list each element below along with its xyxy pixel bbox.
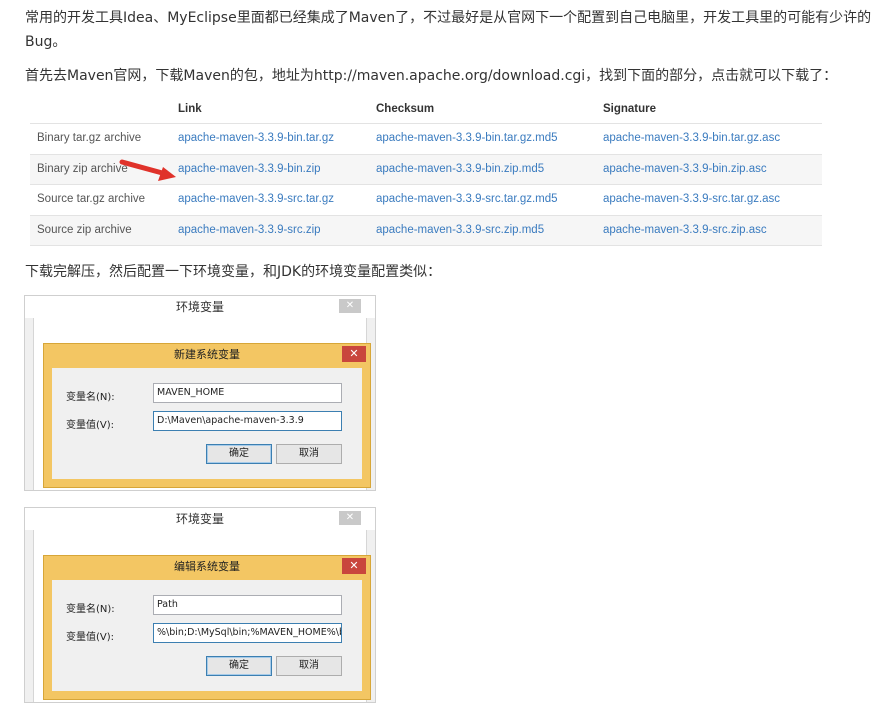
table-header: Link Checksum Signature xyxy=(30,96,822,124)
intro-paragraph-1: 常用的开发工具Idea、MyEclipse里面都已经集成了Maven了，不过最好… xyxy=(25,10,872,50)
variable-value-input[interactable]: %\bin;D:\MySql\bin;%MAVEN_HOME%\bin xyxy=(153,623,342,643)
variable-value-label: 变量值(V): xyxy=(66,632,115,643)
download-link[interactable]: apache-maven-3.3.9-bin.zip xyxy=(178,163,321,175)
download-link[interactable]: apache-maven-3.3.9-bin.tar.gz xyxy=(178,132,334,144)
row-type: Source tar.gz archive xyxy=(37,193,146,205)
intro-paragraph-3: 下载完解压，然后配置一下环境变量，和JDK的环境变量配置类似： xyxy=(25,264,442,280)
close-icon[interactable]: ✕ xyxy=(342,346,366,362)
checksum-link[interactable]: apache-maven-3.3.9-bin.tar.gz.md5 xyxy=(376,132,558,144)
signature-link[interactable]: apache-maven-3.3.9-bin.tar.gz.asc xyxy=(603,132,780,144)
download-link[interactable]: apache-maven-3.3.9-src.zip xyxy=(178,224,321,236)
outer-window-title: 环境变量 xyxy=(25,296,375,318)
variable-value-label: 变量值(V): xyxy=(66,420,115,431)
table-row: Source tar.gz archive apache-maven-3.3.9… xyxy=(30,185,822,216)
signature-link[interactable]: apache-maven-3.3.9-src.tar.gz.asc xyxy=(603,193,780,205)
row-type: Binary tar.gz archive xyxy=(37,132,142,144)
dialog-body: 变量名(N): Path 变量值(V): %\bin;D:\MySql\bin;… xyxy=(52,580,362,691)
ok-button[interactable]: 确定 xyxy=(206,656,272,676)
variable-value-input[interactable]: D:\Maven\apache-maven-3.3.9 xyxy=(153,411,342,431)
edit-variable-screenshot: 环境变量 ✕ 编辑系统变量 ✕ 变量名(N): Path 变量值(V): %\b… xyxy=(24,507,376,703)
outer-window-title: 环境变量 xyxy=(25,508,375,530)
variable-name-label: 变量名(N): xyxy=(66,392,115,403)
new-variable-dialog: 新建系统变量 ✕ 变量名(N): MAVEN_HOME 变量值(V): D:\M… xyxy=(43,343,371,488)
row-type: Binary zip archive xyxy=(37,162,128,175)
dialog-body: 变量名(N): MAVEN_HOME 变量值(V): D:\Maven\apac… xyxy=(52,368,362,479)
header-signature: Signature xyxy=(603,103,657,115)
header-link: Link xyxy=(178,103,202,115)
table-row: Source zip archive apache-maven-3.3.9-sr… xyxy=(30,215,822,246)
variable-name-input[interactable]: Path xyxy=(153,595,342,615)
outer-close-icon[interactable]: ✕ xyxy=(339,511,361,525)
variable-name-input[interactable]: MAVEN_HOME xyxy=(153,383,342,403)
download-link[interactable]: apache-maven-3.3.9-src.tar.gz xyxy=(178,193,334,205)
edit-variable-dialog: 编辑系统变量 ✕ 变量名(N): Path 变量值(V): %\bin;D:\M… xyxy=(43,555,371,700)
close-icon[interactable]: ✕ xyxy=(342,558,366,574)
ok-button[interactable]: 确定 xyxy=(206,444,272,464)
new-variable-screenshot: 环境变量 ✕ 新建系统变量 ✕ 变量名(N): MAVEN_HOME 变量值(V… xyxy=(24,295,376,491)
checksum-link[interactable]: apache-maven-3.3.9-src.tar.gz.md5 xyxy=(376,193,558,205)
row-type: Source zip archive xyxy=(37,223,132,236)
variable-name-label: 变量名(N): xyxy=(66,604,115,615)
outer-close-icon[interactable]: ✕ xyxy=(339,299,361,313)
cancel-button[interactable]: 取消 xyxy=(276,656,342,676)
dialog-title: 新建系统变量 xyxy=(174,348,240,361)
red-arrow-icon xyxy=(119,159,176,181)
signature-link[interactable]: apache-maven-3.3.9-bin.zip.asc xyxy=(603,163,767,175)
intro-paragraph-2: 首先去Maven官网，下载Maven的包，地址为http://maven.apa… xyxy=(25,68,838,84)
cancel-button[interactable]: 取消 xyxy=(276,444,342,464)
signature-link[interactable]: apache-maven-3.3.9-src.zip.asc xyxy=(603,224,767,236)
checksum-link[interactable]: apache-maven-3.3.9-src.zip.md5 xyxy=(376,224,544,236)
header-checksum: Checksum xyxy=(376,103,435,115)
dialog-title: 编辑系统变量 xyxy=(174,560,240,573)
table-row: Binary tar.gz archive apache-maven-3.3.9… xyxy=(30,124,822,155)
checksum-link[interactable]: apache-maven-3.3.9-bin.zip.md5 xyxy=(376,163,544,175)
